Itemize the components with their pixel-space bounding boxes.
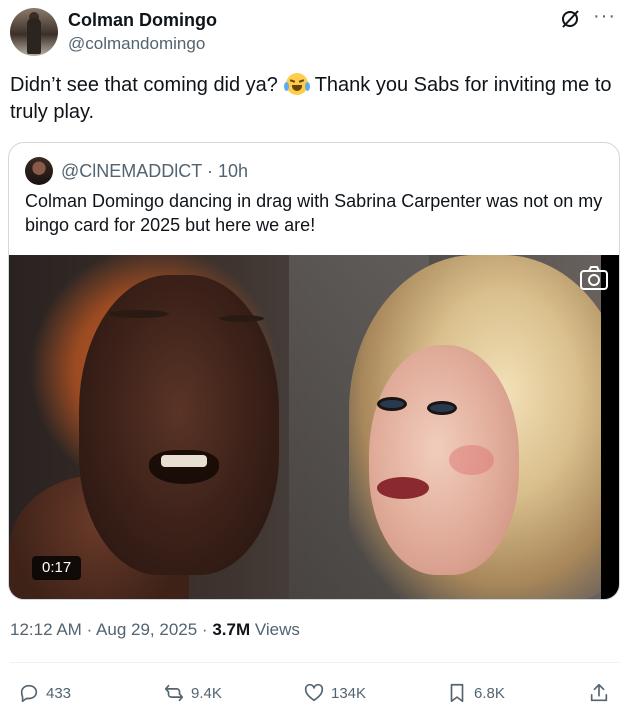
tweet-text: Didn’t see that coming did ya? Thank you… bbox=[10, 72, 620, 126]
views-count[interactable]: 3.7M bbox=[212, 620, 250, 639]
video-frame-detail bbox=[449, 445, 494, 475]
video-frame-detail bbox=[109, 310, 169, 318]
repost-icon bbox=[164, 684, 184, 702]
video-frame-detail bbox=[219, 315, 264, 322]
tweet-text-part1: Didn’t see that coming did ya? bbox=[10, 74, 278, 96]
video-frame-detail bbox=[377, 477, 429, 499]
face-with-tears-of-joy-icon bbox=[283, 73, 310, 95]
tweet-time[interactable]: 12:12 AM bbox=[10, 620, 82, 639]
repost-button[interactable]: 9.4K bbox=[163, 678, 222, 708]
tweet-header: Colman Domingo @colmandomingo ··· bbox=[10, 6, 615, 58]
quoted-tweet[interactable]: @ClNEMADDlCT · 10h Colman Domingo dancin… bbox=[8, 142, 620, 600]
share-icon bbox=[590, 683, 608, 702]
quote-avatar[interactable] bbox=[25, 157, 53, 185]
bookmark-button[interactable]: 6.8K bbox=[446, 678, 505, 708]
quote-handle[interactable]: @ClNEMADDlCT bbox=[61, 161, 202, 181]
views-label: Views bbox=[254, 620, 300, 639]
author-name[interactable]: Colman Domingo bbox=[68, 10, 217, 31]
video-frame-detail bbox=[161, 455, 207, 467]
video-duration: 0:17 bbox=[32, 556, 82, 580]
video-frame-detail bbox=[369, 345, 519, 575]
quote-time[interactable]: 10h bbox=[218, 161, 248, 181]
meta-separator: · bbox=[86, 620, 93, 639]
reply-button[interactable]: 433 bbox=[18, 678, 71, 708]
grok-icon[interactable] bbox=[559, 8, 581, 30]
quote-separator: · bbox=[206, 161, 213, 181]
repost-count: 9.4K bbox=[191, 684, 222, 702]
action-bar: 433 9.4K 134K 6.8K bbox=[18, 678, 618, 708]
bookmark-count: 6.8K bbox=[474, 684, 505, 702]
tweet-meta: 12:12 AM · Aug 29, 2025 · 3.7M Views bbox=[10, 620, 300, 640]
camera-icon[interactable] bbox=[579, 265, 609, 291]
quote-handle-row: @ClNEMADDlCT · 10h bbox=[61, 161, 248, 182]
reply-count: 433 bbox=[46, 684, 72, 702]
quote-text: Colman Domingo dancing in drag with Sabr… bbox=[25, 191, 603, 235]
like-button[interactable]: 134K bbox=[303, 678, 366, 708]
author-avatar[interactable] bbox=[10, 8, 58, 56]
more-icon[interactable]: ··· bbox=[593, 6, 615, 28]
share-button[interactable] bbox=[588, 678, 616, 708]
avatar-figure bbox=[27, 18, 41, 54]
like-icon bbox=[304, 683, 324, 702]
video-frame-detail bbox=[601, 255, 619, 599]
video-frame-detail bbox=[427, 401, 457, 415]
reply-icon bbox=[20, 684, 38, 703]
meta-separator: · bbox=[201, 620, 208, 639]
tweet-date[interactable]: Aug 29, 2025 bbox=[96, 620, 197, 639]
video-player[interactable]: 0:17 bbox=[9, 255, 619, 599]
author-handle[interactable]: @colmandomingo bbox=[68, 34, 205, 54]
like-count: 134K bbox=[331, 684, 367, 702]
bookmark-icon bbox=[450, 683, 464, 703]
divider bbox=[10, 662, 620, 663]
video-frame-detail bbox=[377, 397, 407, 411]
